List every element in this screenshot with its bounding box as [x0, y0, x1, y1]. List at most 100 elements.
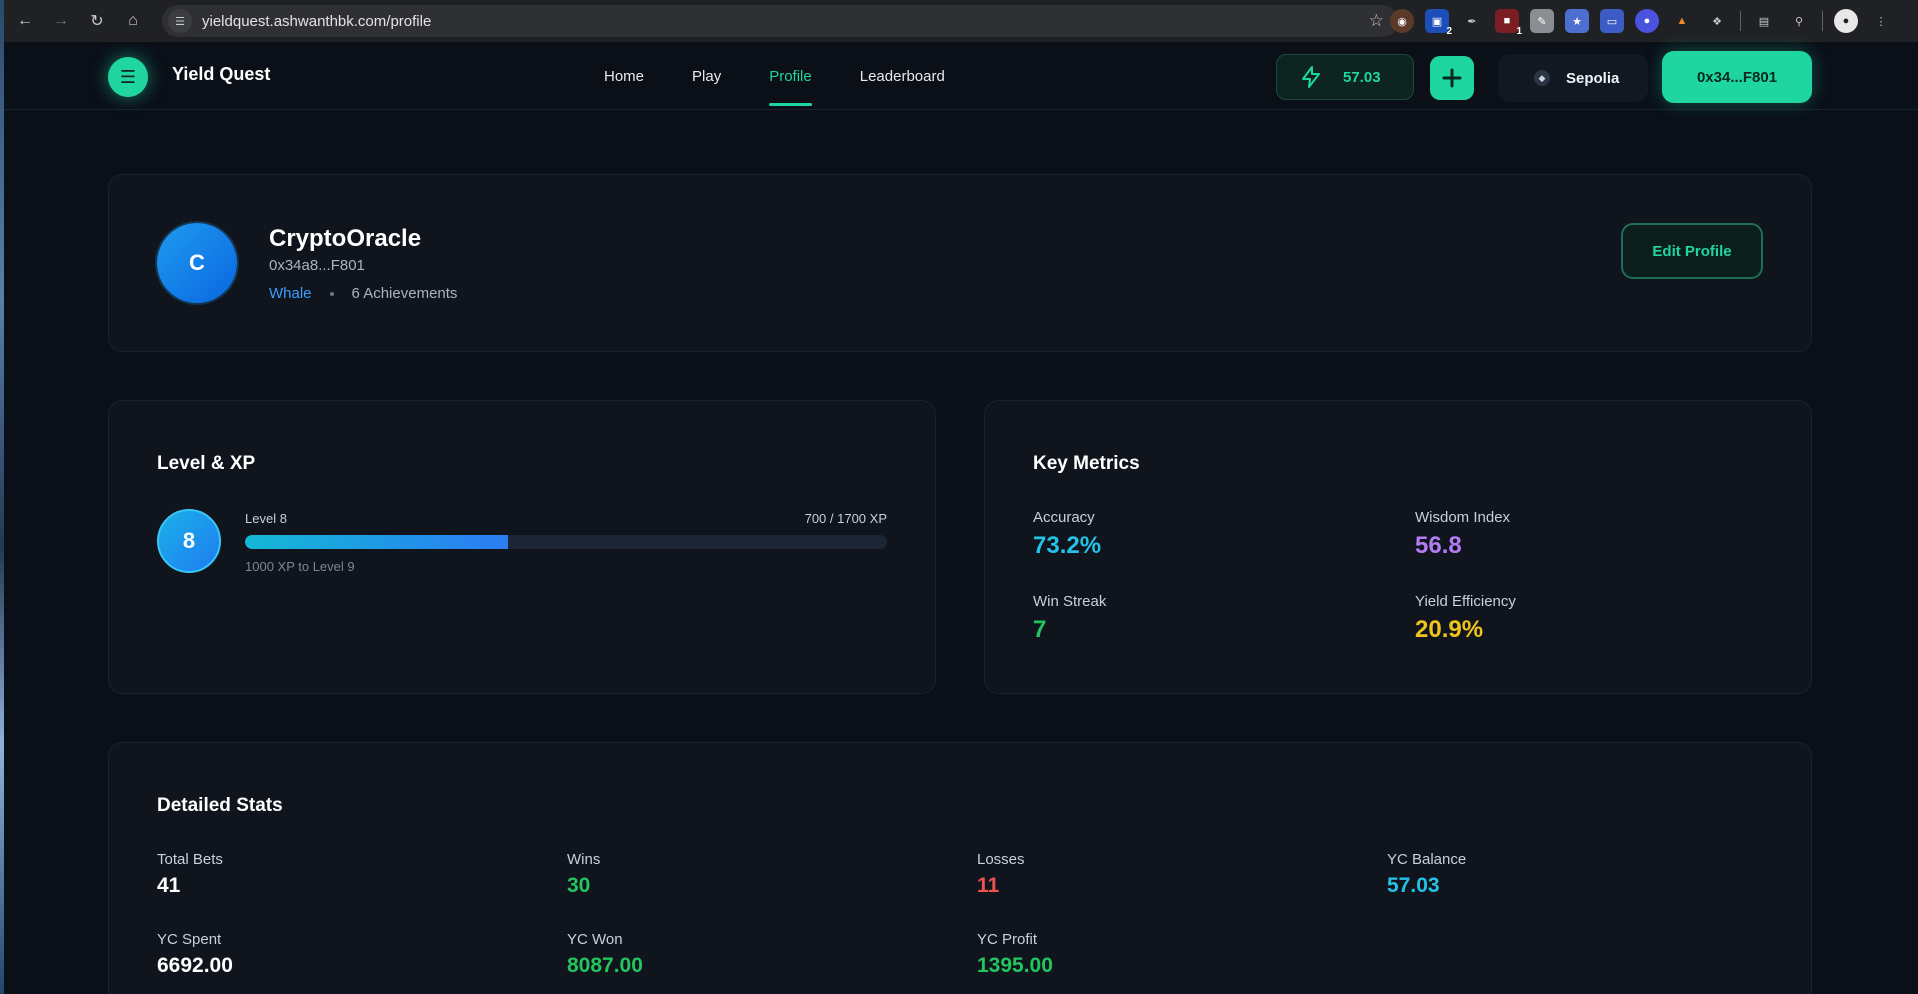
stat-yc-won: YC Won 8087.00	[567, 931, 643, 978]
address-bar[interactable]: ☰ yieldquest.ashwanthbk.com/profile ☆	[162, 5, 1398, 37]
tab-search-icon[interactable]: ⚲	[1787, 9, 1811, 33]
stat-label: YC Profit	[977, 931, 1038, 948]
plus-icon	[1442, 68, 1462, 88]
stat-value: 6692.00	[157, 954, 233, 977]
ethereum-icon: ◆	[1534, 70, 1550, 86]
network-selector[interactable]: ◆ Sepolia	[1498, 54, 1648, 102]
reading-list-icon[interactable]: ▤	[1752, 9, 1776, 33]
stat-label: YC Balance	[1387, 851, 1467, 868]
stat-value: 41	[157, 874, 181, 897]
toolbar-divider	[1822, 11, 1823, 31]
extension-badge: 1	[1516, 26, 1522, 37]
bitwarden-extension-icon[interactable]: ▣ 2	[1425, 9, 1452, 37]
metric-yield-efficiency: Yield Efficiency 20.9%	[1415, 593, 1516, 644]
nav-profile[interactable]: Profile	[769, 42, 812, 110]
metric-label: Win Streak	[1033, 593, 1107, 610]
card-title: Detailed Stats	[157, 795, 283, 816]
stat-value: 57.03	[1387, 874, 1440, 897]
xp-progress-fill	[245, 535, 509, 549]
level-badge: 8	[157, 509, 221, 573]
stat-wins: Wins 30	[567, 851, 600, 898]
star-extension-icon[interactable]: ★	[1565, 9, 1589, 33]
stat-label: Total Bets	[157, 851, 223, 868]
brand-name[interactable]: Yield Quest	[172, 64, 270, 85]
key-metrics-card: Key Metrics Accuracy 73.2% Wisdom Index …	[984, 400, 1812, 694]
reload-icon[interactable]: ↻	[82, 6, 112, 36]
add-funds-button[interactable]	[1430, 56, 1474, 100]
extension-badge: 2	[1446, 26, 1452, 37]
metric-accuracy: Accuracy 73.2%	[1033, 509, 1101, 560]
metric-wisdom-index: Wisdom Index 56.8	[1415, 509, 1510, 560]
metric-value: 20.9%	[1415, 616, 1484, 643]
separator-dot	[329, 291, 334, 296]
profile-avatar-icon[interactable]: ●	[1834, 9, 1858, 33]
level-label: Level 8	[245, 511, 287, 526]
bookmark-star-icon[interactable]: ☆	[1369, 11, 1384, 31]
metric-value: 73.2%	[1033, 532, 1102, 559]
stat-yc-balance: YC Balance 57.03	[1387, 851, 1466, 898]
nav-play[interactable]: Play	[692, 42, 721, 110]
level-xp-card: Level & XP 8 Level 8 700 / 1700 XP 1000 …	[108, 400, 936, 694]
nav-home[interactable]: Home	[604, 42, 644, 110]
extensions-bar: ◉ ▣ 2 ✒ ■ 1 ✎ ★ ▭ ● ▲ ❖ ▤ ⚲ ● ⋮	[1390, 9, 1893, 37]
avatar: C	[157, 223, 237, 303]
wallet-button[interactable]: 0x34...F801	[1662, 51, 1812, 103]
ublock-extension-icon[interactable]: ■ 1	[1495, 9, 1522, 37]
stat-label: YC Won	[567, 931, 623, 948]
detailed-stats-card: Detailed Stats Total Bets 41 Wins 30 Los…	[108, 742, 1812, 994]
main-nav: Home Play Profile Leaderboard	[604, 42, 993, 110]
app-header: ☰ Yield Quest Home Play Profile Leaderbo…	[4, 42, 1918, 110]
stat-label: Wins	[567, 851, 601, 868]
profile-card: C CryptoOracle 0x34a8...F801 Whale 6 Ach…	[108, 174, 1812, 352]
yc-balance-pill[interactable]: 57.03	[1276, 54, 1414, 100]
edit-profile-button[interactable]: Edit Profile	[1621, 223, 1763, 279]
url-text[interactable]: yieldquest.ashwanthbk.com/profile	[202, 13, 431, 30]
profile-address: 0x34a8...F801	[269, 257, 365, 274]
card-title: Level & XP	[157, 453, 256, 474]
metric-value: 56.8	[1415, 532, 1462, 559]
forward-icon[interactable]: →	[46, 6, 76, 36]
profile-name: CryptoOracle	[269, 225, 422, 252]
menu-kebab-icon[interactable]: ⋮	[1869, 9, 1893, 33]
toolbar-divider	[1740, 11, 1741, 31]
stat-value: 8087.00	[567, 954, 643, 977]
logo-icon[interactable]: ☰	[108, 57, 148, 97]
xp-counter: 700 / 1700 XP	[804, 511, 887, 526]
extension-icon[interactable]: ◉	[1390, 9, 1414, 33]
metric-label: Wisdom Index	[1415, 509, 1511, 526]
stat-yc-profit: YC Profit 1395.00	[977, 931, 1053, 978]
stat-label: Losses	[977, 851, 1025, 868]
puzzle-icon[interactable]: ❖	[1705, 9, 1729, 33]
feather-extension-icon[interactable]: ✒	[1460, 9, 1484, 33]
balance-value: 57.03	[1343, 68, 1381, 86]
lightning-icon	[1302, 66, 1320, 88]
back-icon[interactable]: ←	[10, 6, 40, 36]
metric-win-streak: Win Streak 7	[1033, 593, 1106, 644]
window-extension-icon[interactable]: ▭	[1600, 9, 1624, 33]
metric-label: Yield Efficiency	[1415, 593, 1516, 610]
pen-extension-icon[interactable]: ✎	[1530, 9, 1554, 33]
metric-label: Accuracy	[1033, 509, 1095, 526]
stat-label: YC Spent	[157, 931, 222, 948]
stat-total-bets: Total Bets 41	[157, 851, 223, 898]
stat-value: 30	[567, 874, 591, 897]
network-name: Sepolia	[1566, 69, 1620, 87]
fox-extension-icon[interactable]: ▲	[1670, 9, 1694, 33]
site-info-icon[interactable]: ☰	[168, 9, 192, 33]
stat-losses: Losses 11	[977, 851, 1025, 898]
xp-to-next-level: 1000 XP to Level 9	[245, 559, 355, 574]
browser-toolbar: ← → ↻ ⌂ ☰ yieldquest.ashwanthbk.com/prof…	[4, 0, 1918, 42]
stat-value: 1395.00	[977, 954, 1053, 977]
card-title: Key Metrics	[1033, 453, 1140, 474]
desktop-edge	[0, 0, 4, 994]
xp-progress-bar	[245, 535, 887, 549]
rank-badge: Whale	[269, 285, 312, 302]
home-icon[interactable]: ⌂	[118, 6, 148, 36]
stat-yc-spent: YC Spent 6692.00	[157, 931, 233, 978]
achievements-count: 6 Achievements	[351, 285, 458, 302]
nav-leaderboard[interactable]: Leaderboard	[860, 42, 945, 110]
metric-value: 7	[1033, 616, 1047, 643]
stat-value: 11	[977, 874, 1000, 897]
chat-extension-icon[interactable]: ●	[1635, 9, 1659, 33]
profile-meta: Whale 6 Achievements	[269, 285, 457, 302]
